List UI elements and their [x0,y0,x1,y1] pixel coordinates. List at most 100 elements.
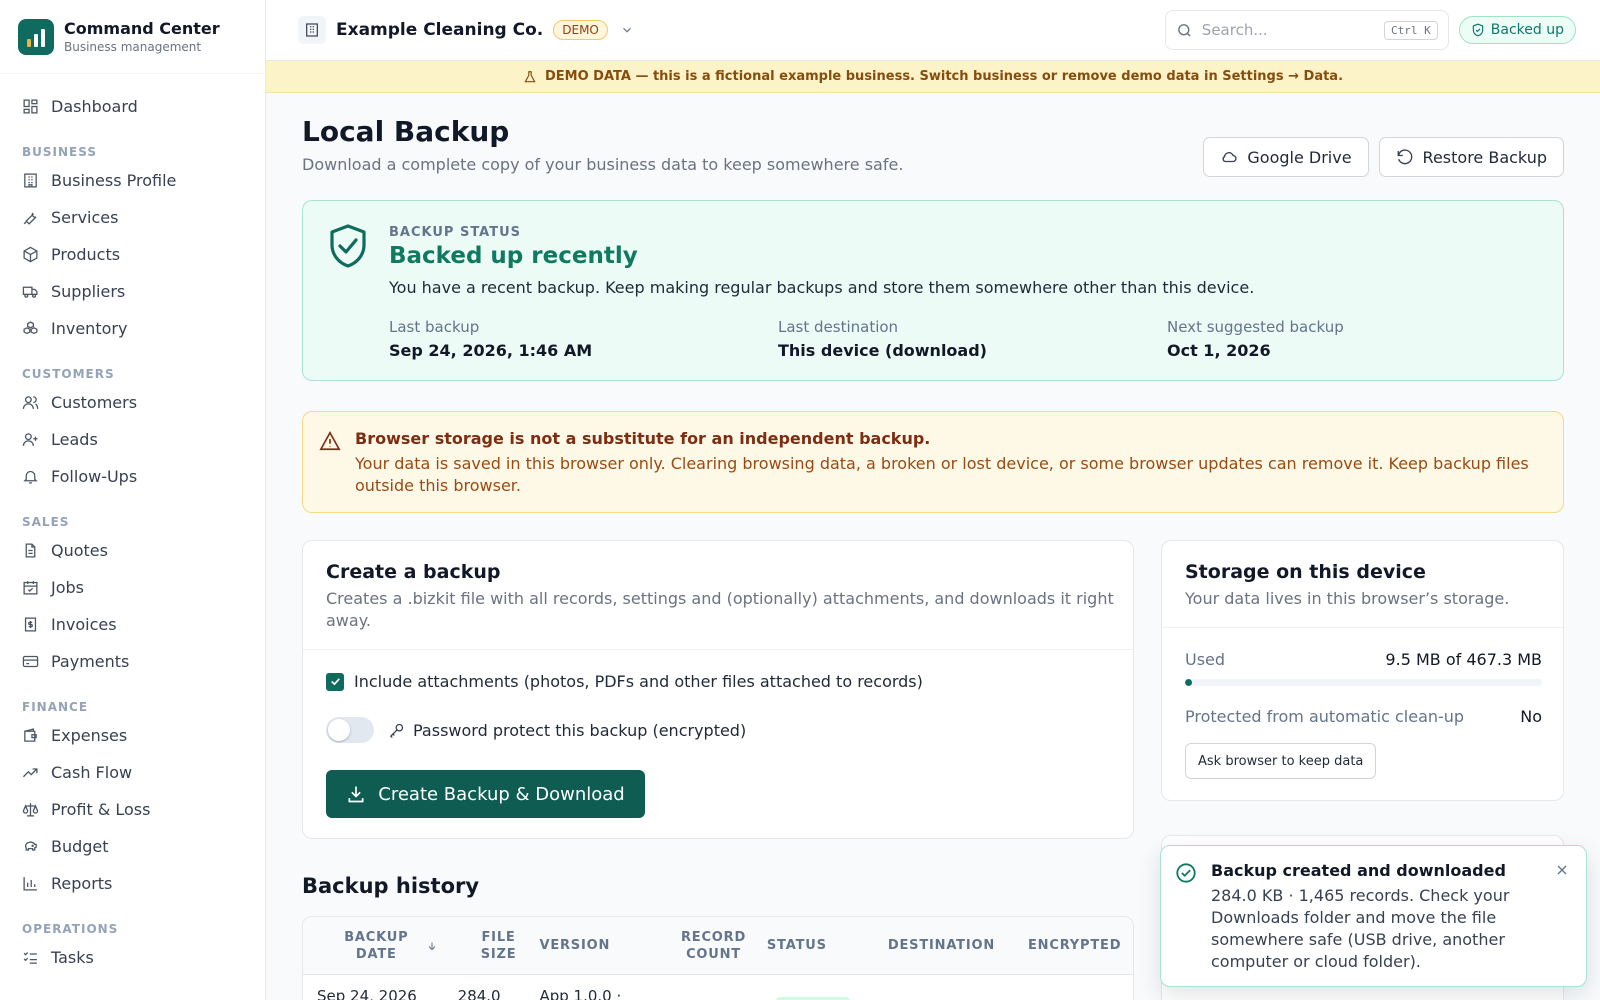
status-title: Backed up recently [389,243,638,269]
demo-badge: DEMO [553,20,608,40]
sidebar-item-cash-flow[interactable]: Cash Flow [0,754,265,791]
include-attachments-option[interactable]: Include attachments (photos, PDFs and ot… [326,672,923,691]
calendar-check-icon [23,581,38,595]
sidebar-item-label: Jobs [51,578,84,597]
include-attachments-label: Include attachments (photos, PDFs and ot… [354,672,923,691]
storage-title: Storage on this device [1185,561,1426,583]
password-protect-toggle[interactable] [326,717,374,743]
column-label: ENCRYPTED [1028,938,1122,953]
sidebar-item-label: Inventory [51,319,128,338]
google-drive-button-label: Google Drive [1247,147,1352,167]
column-version: VERSION [539,917,660,974]
file-text-icon [25,543,36,558]
chevron-down-icon[interactable] [620,23,634,37]
search-input[interactable] [1201,21,1372,39]
sidebar-item-suppliers[interactable]: Suppliers [0,273,265,310]
demo-data-banner: DEMO DATA — this is a fictional example … [266,61,1600,93]
search-box[interactable]: Ctrl K [1164,10,1449,50]
warning-text: Your data is saved in this browser only.… [355,454,1529,495]
include-attachments-checkbox[interactable] [326,672,344,691]
storage-used: Used 9.5 MB of 467.3 MB [1185,650,1542,669]
nav-section-sales: SALES [22,515,70,529]
page-header: Local Backup Download a complete copy of… [302,93,1564,203]
create-backup-button-label: Create Backup & Download [378,783,625,805]
page-actions: Google Drive Restore Backup [1203,137,1564,177]
sidebar-item-reports[interactable]: Reports [0,865,265,902]
search-shortcut: Ctrl K [1384,20,1438,40]
sidebar-item-profit-loss[interactable]: Profit & Loss [0,791,265,828]
business-icon [298,16,326,44]
last-backup-value: Sep 24, 2026, 1:46 AM [389,341,593,360]
sidebar-item-payments[interactable]: Payments [0,643,265,680]
wallet-icon [24,728,37,742]
sidebar-item-label: Tasks [51,948,94,967]
table-row[interactable]: Sep 24, 2026 284.0 App 1.0.0 · [303,975,1133,1000]
divider [1162,627,1563,628]
bar-chart-icon [23,877,37,891]
sidebar-item-follow-ups[interactable]: Follow-Ups [0,458,265,495]
sidebar-item-label: Customers [51,393,138,412]
backup-status-card: BACKUP STATUS Backed up recently You hav… [302,200,1564,381]
sidebar-item-label: Quotes [51,541,108,560]
sidebar-item-products[interactable]: Products [0,236,265,273]
sidebar-item-leads[interactable]: Leads [0,421,265,458]
sidebar-item-label: Follow-Ups [51,467,138,486]
sidebar-item-dashboard[interactable]: Dashboard [0,88,265,125]
close-icon[interactable] [1554,862,1570,878]
table-header: BACKUP DATE FILE SIZE VERSION RECORD COU… [303,917,1133,975]
column-backup-date[interactable]: BACKUP DATE [303,917,458,974]
column-status: STATUS [767,917,867,974]
persist-storage-button[interactable]: Ask browser to keep data [1185,743,1377,779]
storage-card: Storage on this device Your data lives i… [1161,540,1564,801]
scale-icon [22,803,39,817]
column-destination: DESTINATION [867,917,1017,974]
sidebar-item-label: Cash Flow [51,763,133,782]
business-switcher[interactable]: Example Cleaning Co. [336,20,543,40]
sidebar: Command Center Business management Dashb… [0,0,266,1000]
bell-icon [23,470,38,484]
warning-title: Browser storage is not a substitute for … [355,429,931,448]
toast-title: Backup created and downloaded [1211,861,1506,880]
sidebar-item-customers[interactable]: Customers [0,384,265,421]
sidebar-item-tasks[interactable]: Tasks [0,939,265,976]
sidebar-item-label: Dashboard [51,97,138,116]
dashboard-icon [23,99,38,114]
last-destination: Last destination This device (download) [778,318,987,360]
column-label: STATUS [766,938,827,953]
cell-status [767,975,867,1000]
google-drive-button[interactable]: Google Drive [1203,137,1369,177]
cell-version: App 1.0.0 · [539,987,622,1000]
storage-subtitle: Your data lives in this browser’s storag… [1185,589,1510,608]
nav-section-operations: OPERATIONS [22,922,119,936]
storage-used-value: 9.5 MB of 467.3 MB [1385,650,1542,669]
wrench-icon [23,212,37,225]
brand[interactable]: Command Center Business management [0,0,265,74]
cell-destination [867,975,1017,1000]
sidebar-item-budget[interactable]: Budget [0,828,265,865]
search-icon [1177,23,1191,37]
backup-status-badge[interactable]: Backed up [1458,16,1576,44]
sidebar-item-inventory[interactable]: Inventory [0,310,265,347]
sidebar-nav: Dashboard BUSINESS Business Profile Serv… [0,74,265,976]
nav-section-customers: CUSTOMERS [22,367,115,381]
sidebar-item-invoices[interactable]: Invoices [0,606,265,643]
sidebar-item-expenses[interactable]: Expenses [0,717,265,754]
column-encrypted: ENCRYPTED [1016,917,1133,974]
sidebar-item-business-profile[interactable]: Business Profile [0,162,265,199]
success-toast: Backup created and downloaded 284.0 KB ·… [1160,845,1587,987]
restore-backup-button[interactable]: Restore Backup [1378,137,1564,177]
create-backup-download-button[interactable]: Create Backup & Download [326,770,645,818]
password-protect-label: Password protect this backup (encrypted) [413,720,747,740]
backup-history-title: Backup history [302,874,480,898]
sidebar-item-jobs[interactable]: Jobs [0,569,265,606]
cell-backup-date: Sep 24, 2026 [317,987,417,1000]
sidebar-item-label: Reports [51,874,113,893]
main-content: Local Backup Download a complete copy of… [302,93,1564,1000]
sidebar-item-quotes[interactable]: Quotes [0,532,265,569]
sidebar-item-services[interactable]: Services [0,199,265,236]
last-backup-label: Last backup [389,318,480,336]
piggy-bank-icon [24,841,37,851]
arrow-down-icon [428,942,436,950]
key-icon [389,723,404,738]
alert-triangle-icon [319,431,341,451]
